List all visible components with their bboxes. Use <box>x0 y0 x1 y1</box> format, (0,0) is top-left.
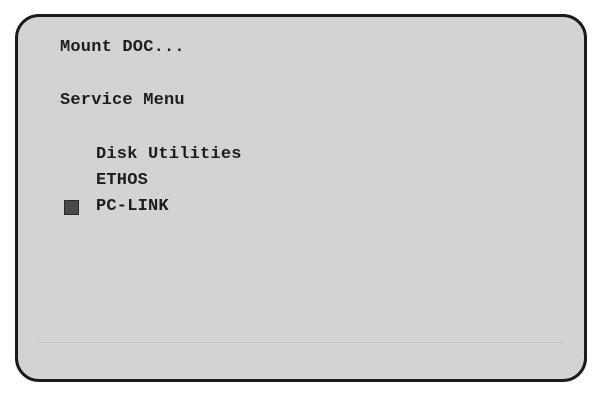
service-menu-title: Service Menu <box>60 91 185 110</box>
menu-item-disk-utilities[interactable]: Disk Utilities <box>96 145 242 165</box>
menu-item-pc-link[interactable]: PC-LINK <box>96 197 169 217</box>
screen-title: Mount DOC... <box>60 38 185 57</box>
device-screen: Mount DOC... Service Menu Disk Utilities… <box>15 14 587 382</box>
selection-cursor-icon <box>64 200 79 215</box>
menu-item-ethos[interactable]: ETHOS <box>96 171 148 191</box>
